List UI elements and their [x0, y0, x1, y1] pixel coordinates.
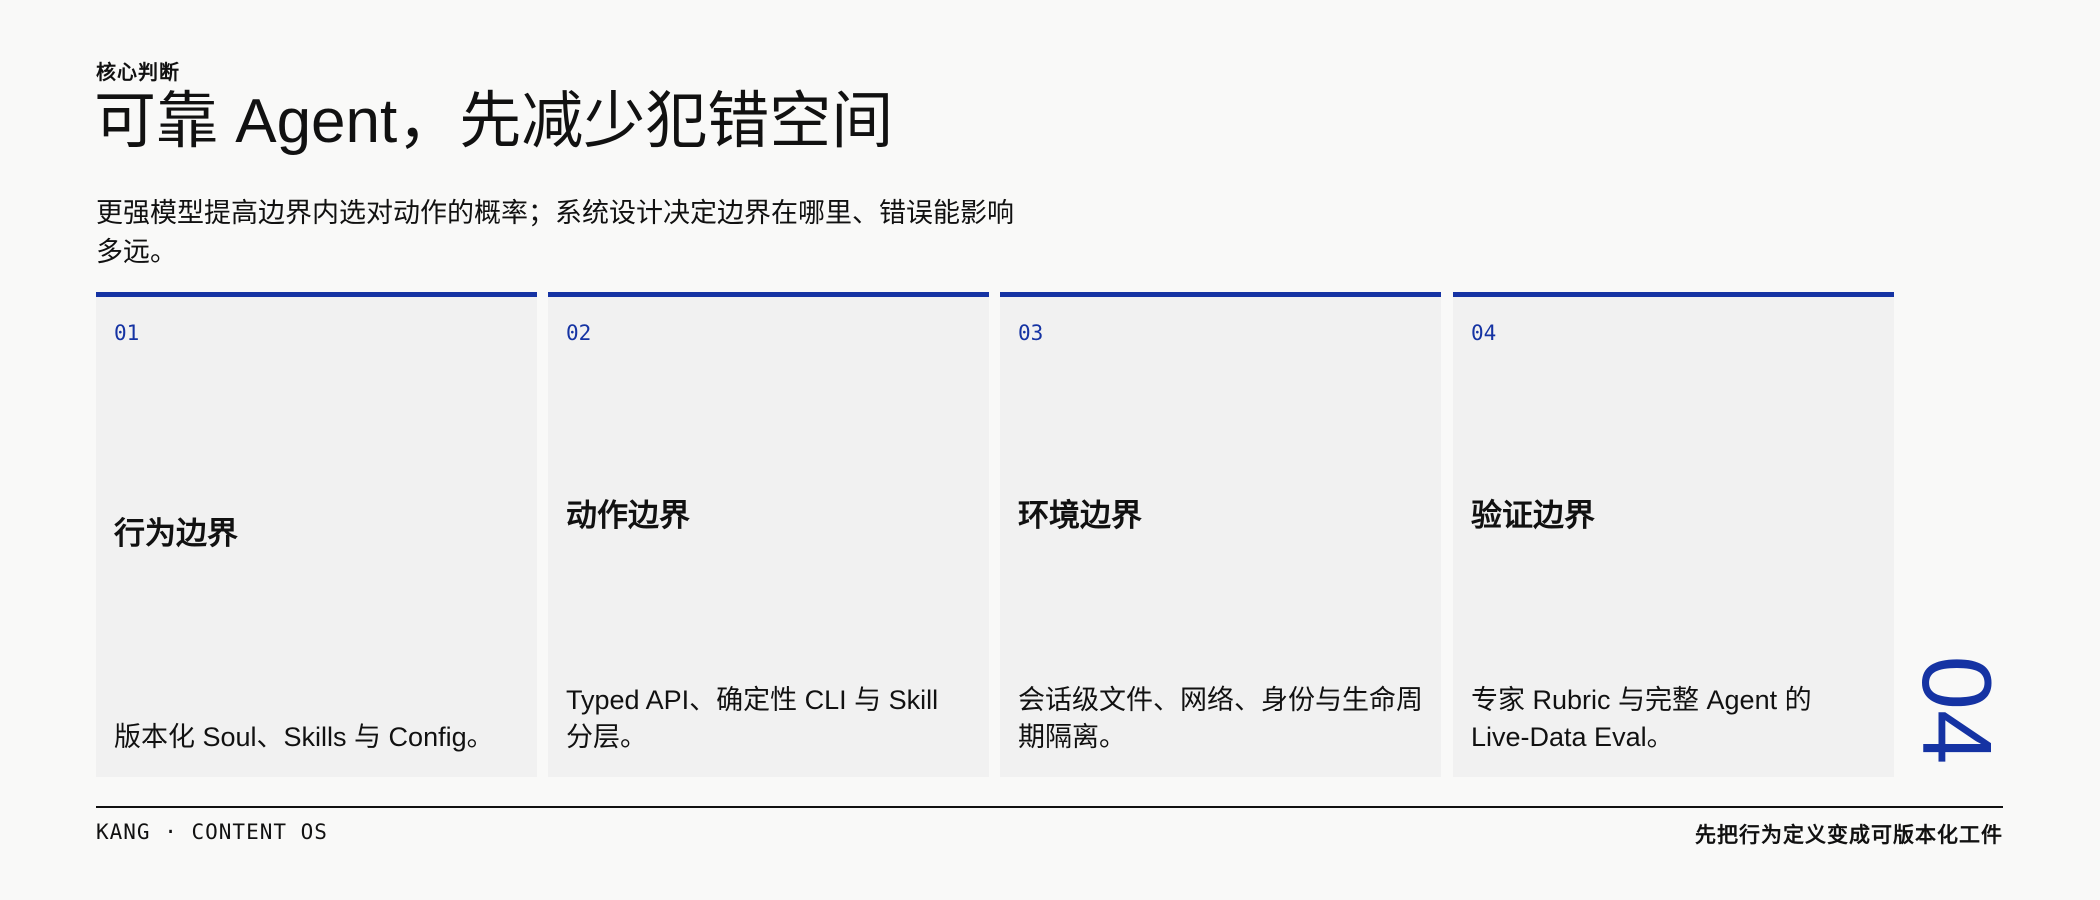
- card-number: 02: [566, 321, 592, 345]
- page-subtitle: 更强模型提高边界内选对动作的概率；系统设计决定边界在哪里、错误能影响多远。: [96, 198, 1014, 267]
- card-environment-boundary: 03 环境边界 会话级文件、网络、身份与生命周期隔离。: [1000, 292, 1441, 777]
- card-number: 03: [1018, 321, 1044, 345]
- card-title: 动作边界: [566, 498, 690, 533]
- card-behavior-boundary: 01 行为边界 版本化 Soul、Skills 与 Config。: [96, 292, 537, 777]
- footer-brand: KANG · CONTENT OS: [96, 820, 328, 844]
- eyebrow-label: 核心判断: [96, 62, 180, 84]
- page-number: 04: [1902, 648, 2012, 772]
- card-title: 行为边界: [114, 516, 238, 551]
- card-description: 版本化 Soul、Skills 与 Config。: [114, 722, 494, 752]
- card-number: 01: [114, 321, 140, 345]
- card-verification-boundary: 04 验证边界 专家 Rubric 与完整 Agent 的 Live-Data …: [1453, 292, 1894, 777]
- card-description: 专家 Rubric 与完整 Agent 的 Live-Data Eval。: [1471, 685, 1812, 752]
- card-title: 验证边界: [1471, 498, 1595, 533]
- card-title: 环境边界: [1018, 498, 1142, 533]
- page-title: 可靠 Agent，先减少犯错空间: [94, 87, 894, 156]
- card-description: 会话级文件、网络、身份与生命周期隔离。: [1018, 685, 1423, 752]
- card-description: Typed API、确定性 CLI 与 Skill 分层。: [566, 685, 939, 752]
- card-action-boundary: 02 动作边界 Typed API、确定性 CLI 与 Skill 分层。: [548, 292, 989, 777]
- footer-divider: [96, 806, 2003, 808]
- card-number: 04: [1471, 321, 1497, 345]
- page-number-text: 04: [1902, 655, 2012, 765]
- footer-tagline: 先把行为定义变成可版本化工件: [1695, 824, 2003, 847]
